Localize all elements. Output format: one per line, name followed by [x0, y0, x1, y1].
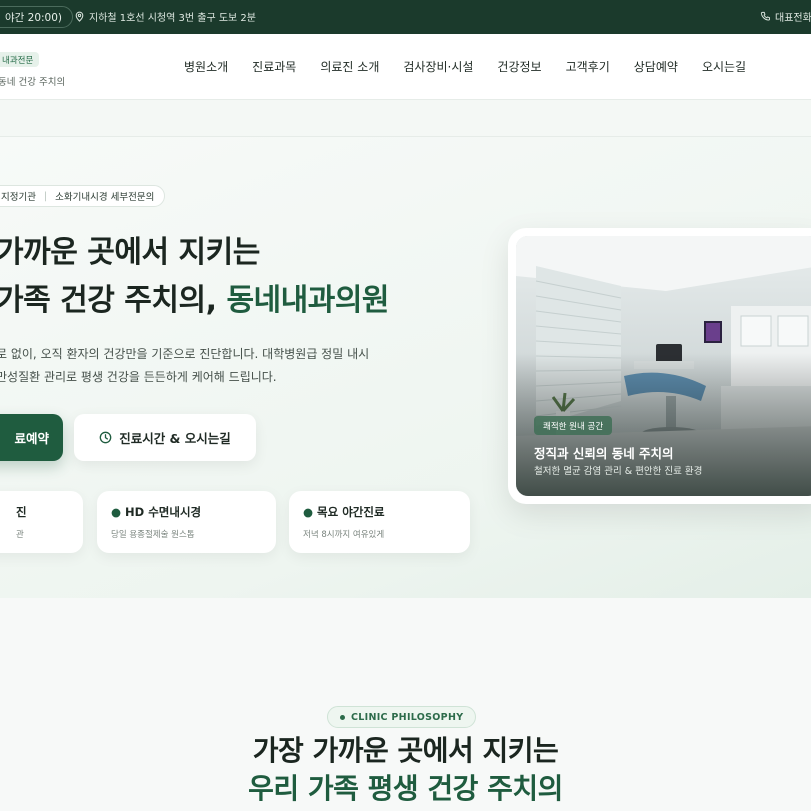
hero-lead-line2: 만성질환 관리로 평생 건강을 든든하게 케어해 드립니다. — [0, 370, 277, 384]
hero-title-line2-plain: 가족 건강 주치의, — [0, 283, 227, 318]
hero-title-line2: 가족 건강 주치의, 동네내과의원 — [0, 277, 390, 325]
feature-title: 진 — [16, 505, 27, 519]
nav-item-directions[interactable]: 오시는길 — [690, 58, 758, 75]
phone-link[interactable]: 대표전화 — [760, 9, 811, 24]
photo-badge: 쾌적한 원내 공간 — [534, 416, 613, 435]
feature-title-text: HD 수면내시경 — [125, 505, 202, 519]
philosophy-chip: CLINIC PHILOSOPHY — [327, 706, 477, 728]
nav-item-about[interactable]: 병원소개 — [172, 58, 240, 75]
hero-tag-chip: 지정기관 | 소화기내시경 세부전문의 — [0, 185, 166, 207]
bullet-dot-icon: ● — [303, 505, 318, 519]
chip-specialist: 소화기내시경 세부전문의 — [55, 192, 155, 203]
top-info-bar: 야간 20:00) 지하철 1호선 시청역 3번 출구 도보 2분 대표전화 — [0, 0, 811, 34]
hours-directions-button[interactable]: 진료시간 & 오시는길 — [74, 414, 256, 461]
philosophy-section: CLINIC PHILOSOPHY 가장 가까운 곳에서 지키는 우리 가족 평… — [0, 598, 811, 811]
logo-subtitle[interactable]: 동네 건강 주치의 — [0, 74, 65, 88]
clock-icon — [99, 431, 112, 444]
photo-badge-text: 쾌적한 원내 공간 — [543, 421, 604, 432]
site-header: 내과전문 동네 건강 주치의 병원소개 진료과목 의료진 소개 검사장비·시설 … — [0, 34, 811, 100]
feature-desc: 당일 용종절제술 원스톱 — [111, 530, 195, 540]
location-text: 지하철 1호선 시청역 3번 출구 도보 2분 — [89, 13, 256, 24]
hours-pill: 야간 20:00) — [0, 6, 74, 28]
phone-label: 대표전화 — [775, 13, 811, 24]
location-pin-icon — [75, 11, 84, 22]
feature-title-text: 목요 야간진료 — [317, 505, 385, 519]
nav-item-facilities[interactable]: 검사장비·시설 — [391, 58, 485, 75]
hero-lead: 로 없이, 오직 환자의 건강만을 기준으로 진단합니다. 대학병원급 정밀 내… — [0, 343, 369, 389]
hours-pill-text: 야간 20:00) — [5, 11, 63, 24]
photo-caption-subtitle: 철저한 멸균 감염 관리 & 편안한 진료 환경 — [534, 466, 703, 477]
feature-card: ● 목요 야간진료 저녁 8시까지 여유있게 — [289, 491, 470, 553]
feature-title: ● 목요 야간진료 — [303, 504, 456, 520]
hero-lead-line1: 로 없이, 오직 환자의 건강만을 기준으로 진단합니다. 대학병원급 정밀 내… — [0, 347, 370, 361]
feature-card: ● HD 수면내시경 당일 용종절제술 원스톱 — [97, 491, 276, 553]
photo-caption-title: 정직과 신뢰의 동네 주치의 — [534, 446, 674, 461]
location-info: 지하철 1호선 시청역 3번 출구 도보 2분 — [74, 9, 256, 24]
philosophy-chip-text: CLINIC PHILOSOPHY — [351, 711, 464, 723]
main-nav: 병원소개 진료과목 의료진 소개 검사장비·시설 건강정보 고객후기 상담예약 … — [172, 58, 758, 75]
chip-designated: 지정기관 — [1, 192, 36, 203]
bullet-dot-icon: ● — [111, 505, 126, 519]
hero-title-line1: 가까운 곳에서 지키는 — [0, 235, 260, 270]
feature-card: 진 관 — [0, 491, 83, 553]
philosophy-title-line1: 가장 가까운 곳에서 지키는 — [252, 734, 559, 767]
reservation-button-label: 료예약 — [14, 431, 49, 446]
feature-desc: 관 — [16, 530, 24, 540]
chip-divider: | — [43, 190, 48, 202]
clinic-interior-photo: 쾌적한 원내 공간 정직과 신뢰의 동네 주치의 철저한 멸균 감염 관리 & … — [516, 236, 811, 496]
feature-desc: 저녁 8시까지 여유있게 — [303, 530, 385, 540]
nav-item-reviews[interactable]: 고객후기 — [554, 58, 622, 75]
nav-item-doctors[interactable]: 의료진 소개 — [308, 58, 391, 75]
clinic-photo-card: 쾌적한 원내 공간 정직과 신뢰의 동네 주치의 철저한 멸균 감염 관리 & … — [508, 228, 811, 504]
phone-icon — [760, 11, 770, 21]
philosophy-title-line2: 우리 가족 평생 건강 주치의 — [248, 772, 563, 805]
hours-directions-label: 진료시간 & 오시는길 — [119, 431, 231, 446]
hero-title: 가까운 곳에서 지키는 가족 건강 주치의, 동네내과의원 — [0, 229, 390, 325]
reservation-button[interactable]: 료예약 — [0, 414, 63, 461]
chip-dot-icon — [340, 714, 345, 720]
logo-badge[interactable]: 내과전문 — [0, 52, 40, 67]
philosophy-title: 가장 가까운 곳에서 지키는 우리 가족 평생 건강 주치의 — [0, 732, 811, 808]
logo-badge-text: 내과전문 — [2, 55, 34, 66]
nav-item-consultation[interactable]: 상담예약 — [622, 58, 690, 75]
hero-title-clinic-name: 동네내과의원 — [226, 283, 390, 318]
nav-item-departments[interactable]: 진료과목 — [240, 58, 308, 75]
feature-title: ● HD 수면내시경 — [111, 504, 262, 520]
nav-item-health-info[interactable]: 건강정보 — [485, 58, 553, 75]
